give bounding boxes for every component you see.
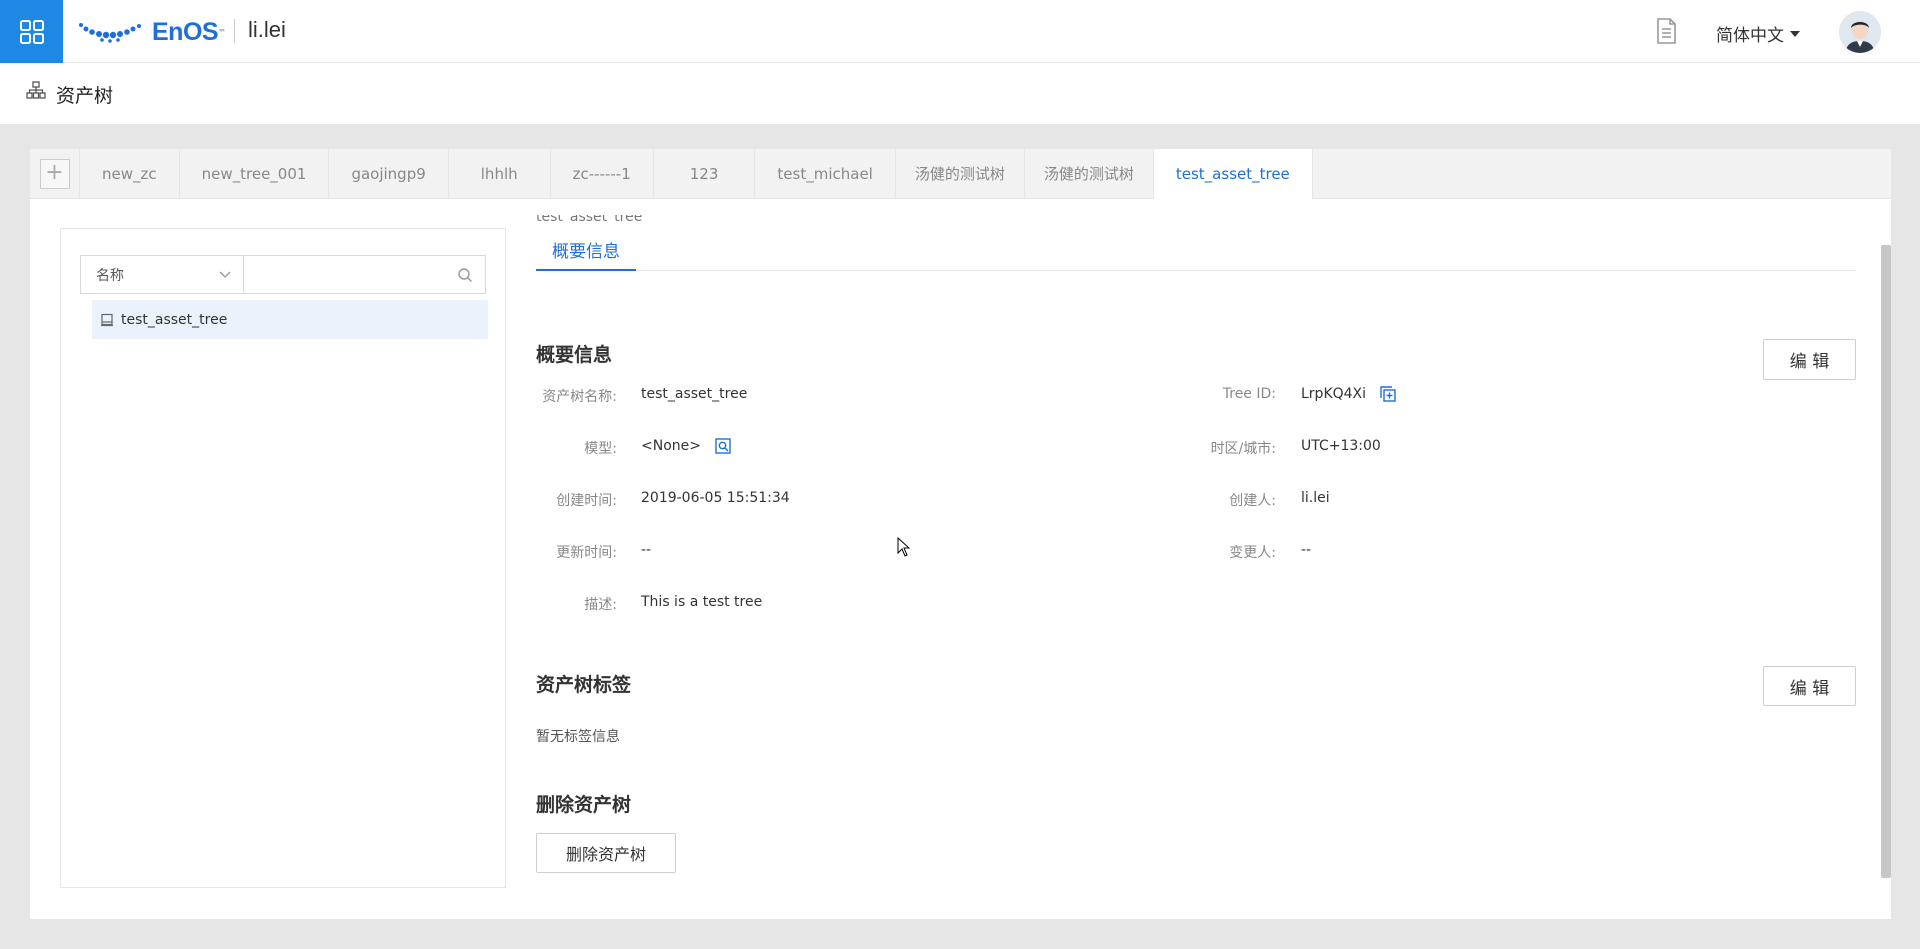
tree-structure-icon xyxy=(26,81,46,99)
mouse-cursor-icon xyxy=(897,537,911,557)
field-label-model: 模型: xyxy=(584,441,617,457)
field-value-timezone: UTC+13:00 xyxy=(1301,438,1381,454)
search-field-select[interactable]: 名称 xyxy=(81,256,244,293)
grid-icon xyxy=(19,19,44,44)
field-value-name: test_asset_tree xyxy=(641,386,748,402)
enos-dots-logo-icon xyxy=(79,23,141,43)
overview-section-title: 概要信息 xyxy=(536,344,613,366)
tree-search-input[interactable] xyxy=(244,256,485,293)
delete-tree-button[interactable]: 删除资产树 xyxy=(536,833,676,873)
field-label-tree-id: Tree ID: xyxy=(1222,386,1276,402)
user-avatar[interactable] xyxy=(1839,11,1881,53)
language-label: 简体中文 xyxy=(1716,26,1784,46)
tab-lhhlh[interactable]: lhhlh xyxy=(449,149,551,199)
field-value-created-time: 2019-06-05 15:51:34 xyxy=(641,490,790,506)
add-tree-tab-button[interactable]: + xyxy=(30,149,80,199)
tab-new-tree-001[interactable]: new_tree_001 xyxy=(180,149,330,199)
document-icon[interactable] xyxy=(1654,18,1678,44)
tree-id-text: LrpKQ4Xi xyxy=(1301,386,1367,402)
field-label-description: 描述: xyxy=(584,597,617,613)
user-avatar-icon xyxy=(1839,11,1881,53)
top-navigation-bar: EnOS ™ li.lei 简体中文 xyxy=(0,0,1920,63)
logo-text: EnOS xyxy=(152,17,219,46)
tree-node-label: test_asset_tree xyxy=(121,311,228,328)
language-selector[interactable]: 简体中文 xyxy=(1716,21,1800,46)
tab-overview[interactable]: 概要信息 xyxy=(536,223,636,271)
caret-down-icon xyxy=(1790,30,1800,37)
field-value-model: <None> xyxy=(641,438,731,454)
app-launcher-button[interactable] xyxy=(0,0,63,63)
field-label-updated-time: 更新时间: xyxy=(556,545,617,561)
tab-gaojingp9[interactable]: gaojingp9 xyxy=(329,149,449,199)
model-search-icon[interactable] xyxy=(715,438,731,454)
tree-detail-panel: test_asset_tree 概要信息 概要信息 编 辑 资产树名称: tes… xyxy=(536,200,1861,900)
logo-trademark: ™ xyxy=(218,27,227,37)
detail-subtabs: 概要信息 xyxy=(536,223,1856,271)
tree-navigation-panel: 名称 test_asset_tree xyxy=(60,228,506,888)
field-label-modifier: 变更人: xyxy=(1229,545,1276,561)
tags-section-title: 资产树标签 xyxy=(536,674,632,696)
org-username[interactable]: li.lei xyxy=(248,17,286,43)
tree-root-icon xyxy=(101,313,113,326)
tab-tangjian-test-tree-1[interactable]: 汤健的测试树 xyxy=(896,149,1025,199)
field-value-updated-time: -- xyxy=(641,542,652,558)
overview-edit-button[interactable]: 编 辑 xyxy=(1763,339,1856,380)
field-label-timezone: 时区/城市: xyxy=(1210,441,1276,457)
tree-search-bar: 名称 xyxy=(80,255,486,294)
enos-logo[interactable]: EnOS ™ xyxy=(78,16,226,48)
search-icon[interactable] xyxy=(457,267,473,283)
field-value-tree-id: LrpKQ4Xi xyxy=(1301,386,1396,402)
field-label-name: 资产树名称: xyxy=(542,389,617,405)
field-value-description: This is a test tree xyxy=(641,594,763,610)
field-label-creator: 创建人: xyxy=(1229,493,1276,509)
logo-divider xyxy=(234,19,235,43)
page-header: 资产树 xyxy=(0,63,1920,124)
asset-tree-card: + new_zc new_tree_001 gaojingp9 lhhlh zc… xyxy=(30,149,1891,919)
chevron-down-icon xyxy=(219,271,231,278)
tab-test-asset-tree[interactable]: test_asset_tree xyxy=(1153,149,1313,199)
tab-new-zc[interactable]: new_zc xyxy=(80,149,180,199)
tags-edit-button[interactable]: 编 辑 xyxy=(1763,666,1856,706)
field-value-modifier: -- xyxy=(1301,542,1312,558)
search-field-select-value: 名称 xyxy=(96,267,124,284)
scrollbar[interactable] xyxy=(1881,245,1891,878)
tags-empty-text: 暂无标签信息 xyxy=(536,729,620,745)
asset-tree-tabs: + new_zc new_tree_001 gaojingp9 lhhlh zc… xyxy=(30,149,1891,199)
tab-test-michael[interactable]: test_michael xyxy=(755,149,896,199)
detail-title-clipped: test_asset_tree xyxy=(536,215,643,223)
page-title: 资产树 xyxy=(56,85,114,107)
delete-section-title: 删除资产树 xyxy=(536,794,632,816)
tab-123[interactable]: 123 xyxy=(654,149,756,199)
field-label-created-time: 创建时间: xyxy=(556,493,617,509)
tab-zc-1[interactable]: zc------1 xyxy=(551,149,654,199)
tab-tangjian-test-tree-2[interactable]: 汤健的测试树 xyxy=(1025,149,1154,199)
copy-icon[interactable] xyxy=(1380,386,1396,402)
field-value-creator: li.lei xyxy=(1301,490,1330,506)
model-text: <None> xyxy=(641,438,701,454)
tree-node-root[interactable]: test_asset_tree xyxy=(92,300,488,339)
plus-icon: + xyxy=(39,159,70,189)
